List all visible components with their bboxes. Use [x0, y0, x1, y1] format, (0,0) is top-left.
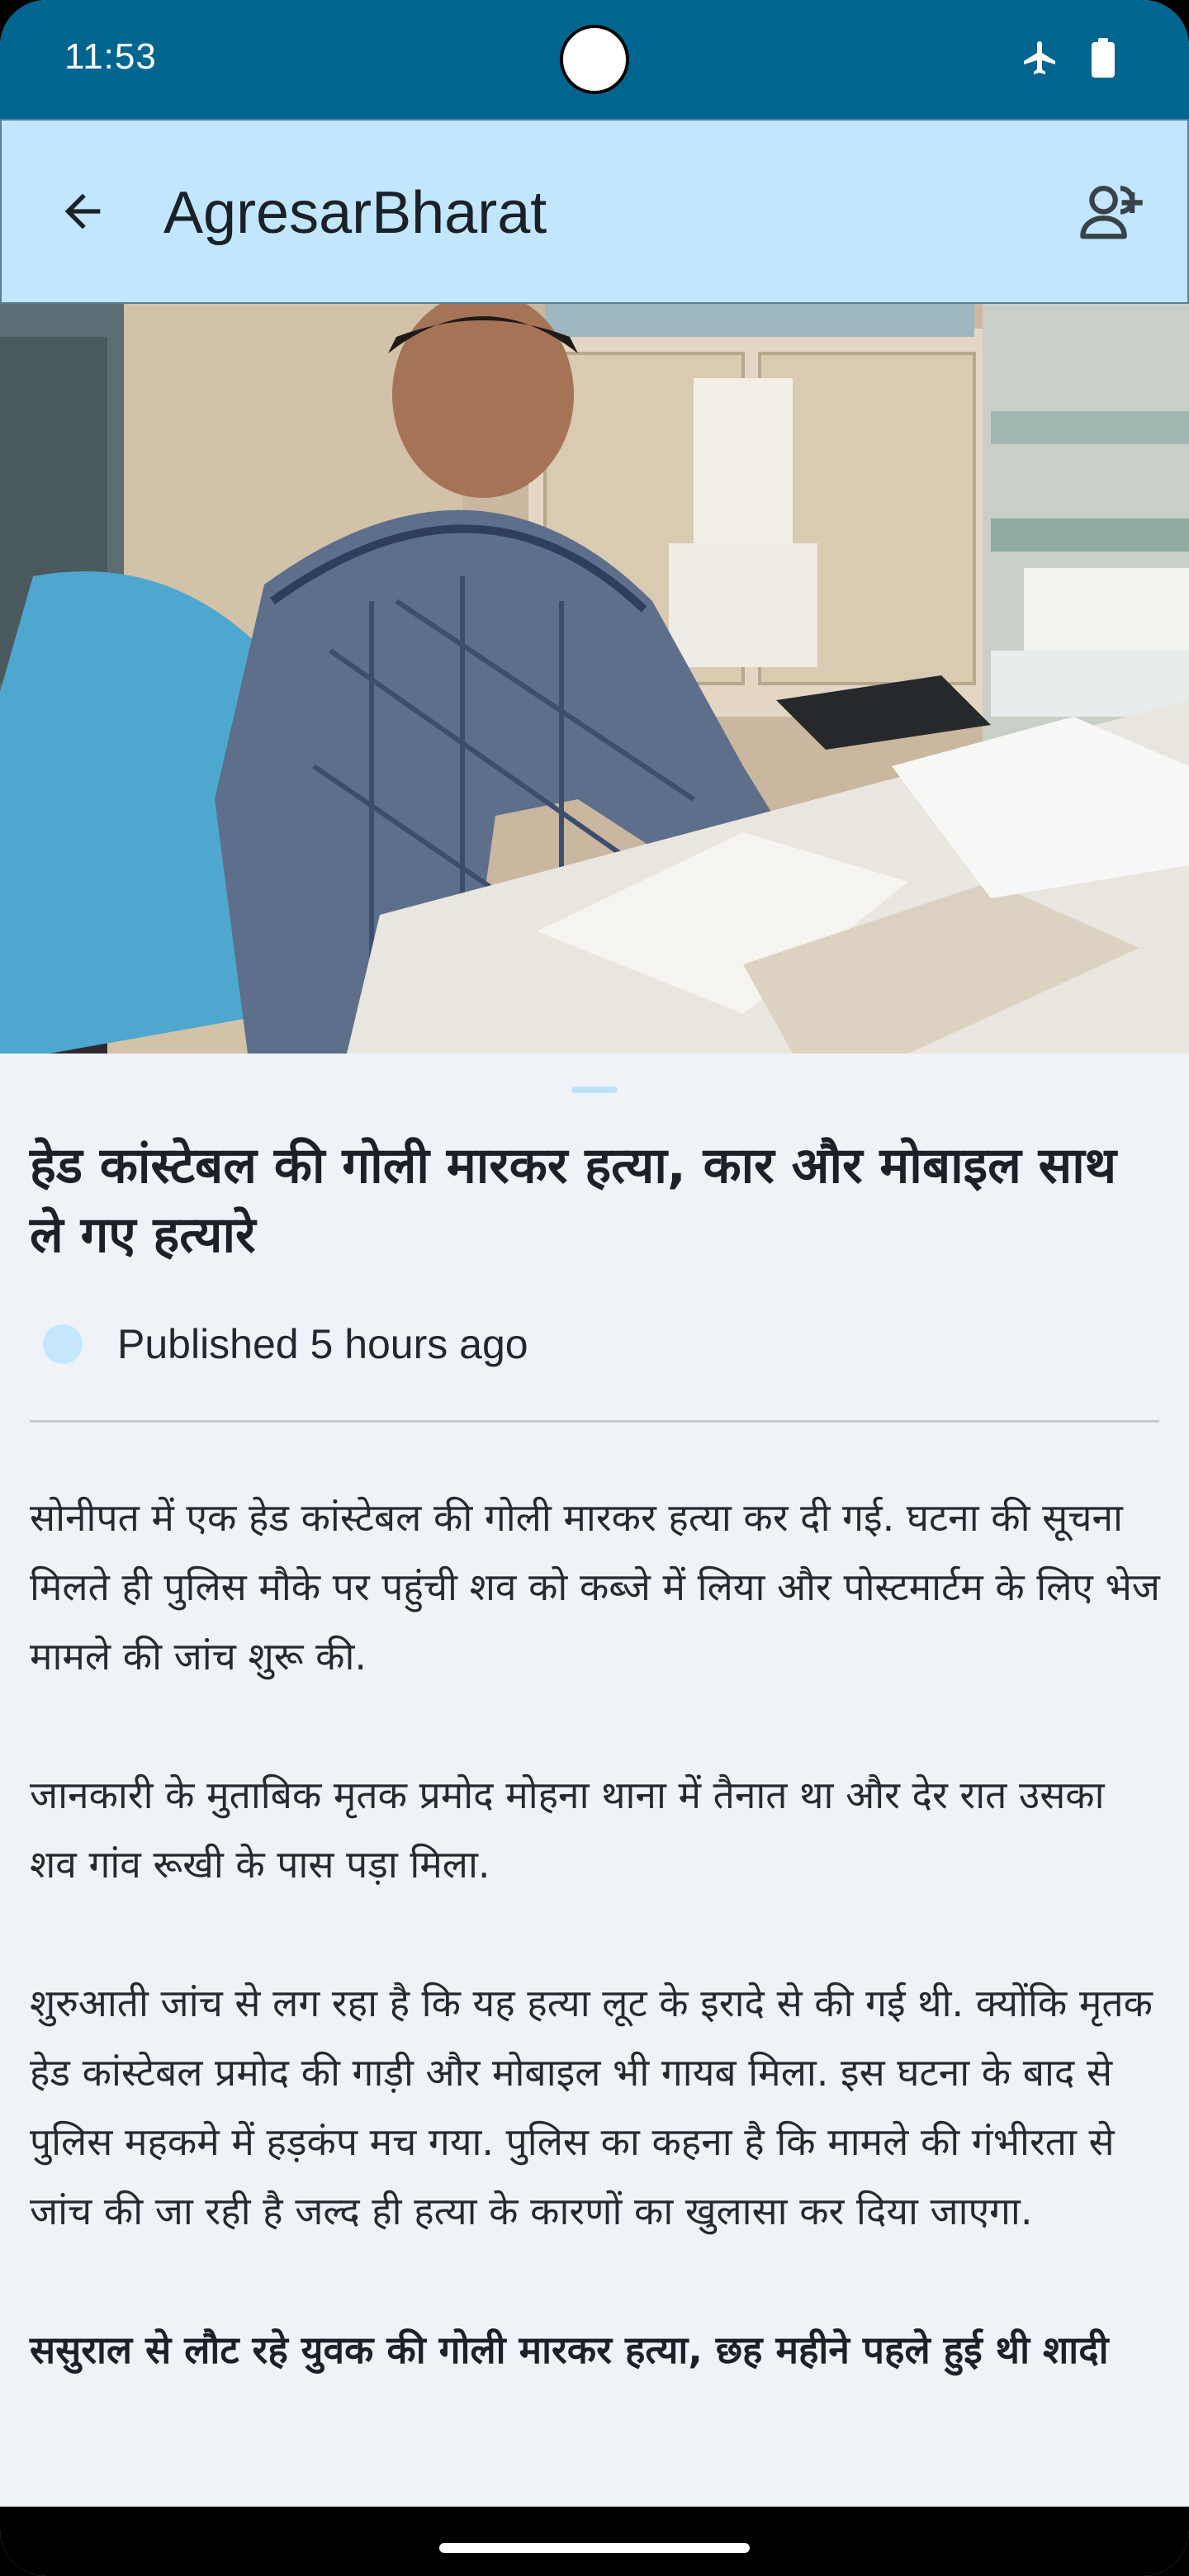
back-button[interactable]	[48, 178, 117, 248]
status-icons	[1021, 38, 1116, 81]
navigation-bar	[0, 2507, 1189, 2576]
article-hero-image	[0, 304, 1189, 1054]
airplane-mode-icon	[1021, 38, 1060, 81]
article-paragraph: जानकारी के मुताबिक मृतक प्रमोद मोहना थान…	[30, 1773, 1105, 1887]
home-gesture-handle[interactable]	[439, 2543, 750, 2553]
status-bar: 11:53	[0, 0, 1189, 119]
article-headline: हेड कांस्टेबल की गोली मारकर हत्या, कार औ…	[30, 1137, 1117, 1264]
pager-indicator	[571, 1087, 618, 1093]
status-time: 11:53	[64, 36, 157, 77]
published-time: Published 5 hours ago	[117, 1321, 528, 1367]
article-paragraph: सोनीपत में एक हेड कांस्टेबल की गोली मारक…	[30, 1495, 1160, 1679]
article-subheading: ससुराल से लौट रहे युवक की गोली मारकर हत्…	[30, 2327, 1109, 2372]
divider	[30, 1420, 1159, 1423]
follow-button[interactable]	[1072, 175, 1151, 254]
article-paragraph: शुरुआती जांच से लग रहा है कि यह हत्या लू…	[30, 1981, 1153, 2233]
article-meta: Published 5 hours ago	[43, 1318, 528, 1371]
article-body: सोनीपत में एक हेड कांस्टेबल की गोली मारक…	[30, 1483, 1163, 2454]
person-add-icon	[1075, 177, 1148, 253]
camera-cutout	[560, 25, 629, 94]
publisher-avatar	[43, 1324, 83, 1364]
arrow-left-icon	[56, 185, 109, 241]
phone-screen: 11:53 AgresarBharat हेड कांस्टेबल की गोल…	[0, 0, 1189, 2576]
battery-icon	[1090, 38, 1116, 81]
app-bar: AgresarBharat	[0, 119, 1189, 304]
app-title: AgresarBharat	[163, 180, 547, 246]
